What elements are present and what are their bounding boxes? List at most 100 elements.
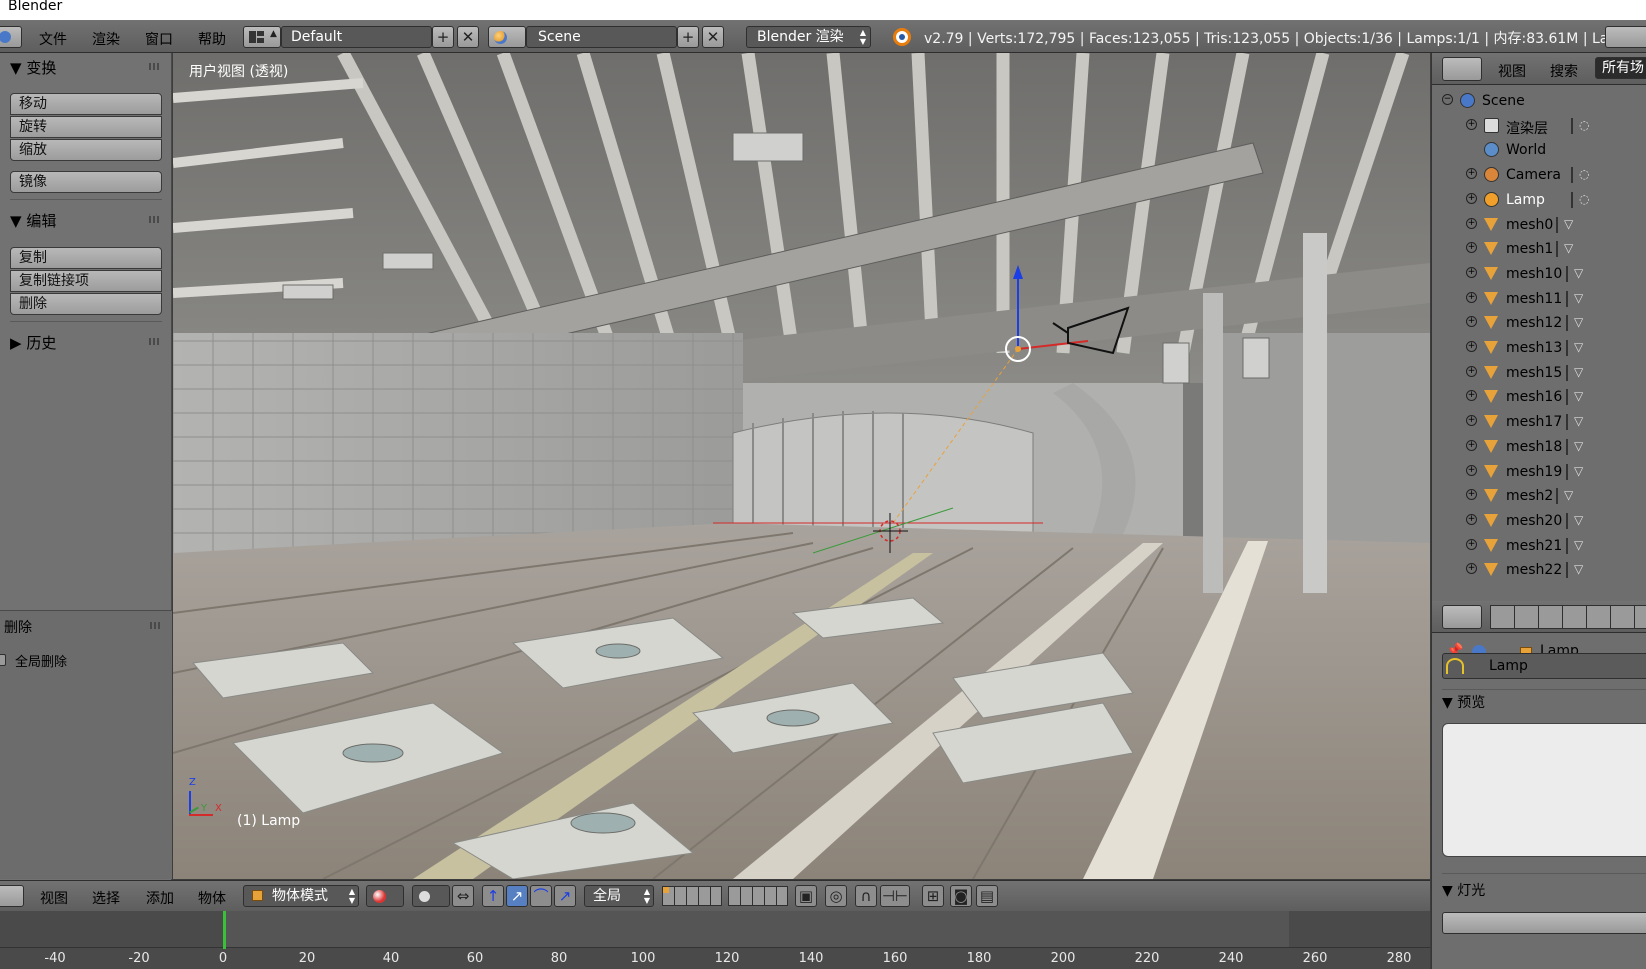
collapse-icon[interactable]: − xyxy=(1442,94,1453,105)
scene-icon[interactable] xyxy=(488,26,526,48)
duplicate-button[interactable]: 复制 xyxy=(10,247,162,269)
outliner-display-mode[interactable]: 所有场 xyxy=(1595,57,1646,79)
expand-icon[interactable]: + xyxy=(1466,291,1477,303)
preview-panel-header[interactable]: ▼ 预览 xyxy=(1442,692,1485,712)
outliner-data-icon[interactable]: ▽ xyxy=(1566,315,1583,332)
extra-manipulator-icon[interactable]: ↗ xyxy=(554,885,576,907)
outliner-data-icon[interactable]: ◌ xyxy=(1571,191,1589,208)
lamp-datablock-field[interactable]: Lamp xyxy=(1442,653,1646,679)
expand-icon[interactable]: + xyxy=(1466,563,1477,575)
layer-lock-icon[interactable]: ▣ xyxy=(795,885,817,907)
translate-manipulator-icon[interactable]: ↑ xyxy=(482,885,504,907)
scene-field[interactable]: Scene xyxy=(526,26,677,48)
duplicate-linked-button[interactable]: 复制链接项 xyxy=(10,270,162,292)
snap-toggle-icon[interactable]: ∩ xyxy=(855,885,877,907)
outliner-data-icon[interactable]: ▽ xyxy=(1566,414,1583,431)
expand-icon[interactable]: + xyxy=(1466,118,1477,130)
outliner-data-icon[interactable]: ▽ xyxy=(1566,389,1583,406)
outliner-data-icon[interactable]: ▽ xyxy=(1566,265,1583,282)
add-screen-button[interactable]: + xyxy=(432,26,454,48)
panel-grip[interactable] xyxy=(149,63,161,70)
outliner-data-icon[interactable]: ▽ xyxy=(1556,216,1573,233)
expand-icon[interactable]: + xyxy=(1466,365,1477,377)
layer-buttons-2[interactable] xyxy=(728,886,788,906)
outliner-search-menu[interactable]: 搜索 xyxy=(1550,61,1578,81)
expand-icon[interactable]: + xyxy=(1466,415,1477,427)
rotate-manipulator-icon[interactable]: ↗ xyxy=(506,885,528,907)
view-menu[interactable]: 视图 xyxy=(40,888,68,908)
shading-select[interactable] xyxy=(366,885,404,907)
scale-manipulator-icon[interactable]: ⌒ xyxy=(530,885,552,907)
lamp-type-row[interactable] xyxy=(1442,912,1646,934)
expand-icon[interactable]: + xyxy=(1466,217,1477,229)
mode-select[interactable]: 物体模式 ▲ ▼ xyxy=(243,885,359,907)
outliner-data-icon[interactable]: ▽ xyxy=(1566,364,1583,381)
scale-button[interactable]: 缩放 xyxy=(10,139,162,161)
expand-icon[interactable]: + xyxy=(1466,192,1477,204)
render-animation-icon[interactable]: ▤ xyxy=(976,885,998,907)
remove-scene-button[interactable]: ✕ xyxy=(702,26,724,48)
layer-buttons-1[interactable] xyxy=(662,886,722,906)
timeline[interactable]: -40 -20 0 20 40 60 80 100 120 140 160 180 200 220 240 2… xyxy=(0,911,1430,969)
snap-element-select[interactable]: ⊣⊢ xyxy=(880,885,910,907)
expand-icon[interactable]: + xyxy=(1466,168,1477,180)
rotate-button[interactable]: 旋转 xyxy=(10,116,162,138)
outliner-data-icon[interactable]: ▽ xyxy=(1556,488,1573,505)
panel-grip[interactable] xyxy=(149,216,161,223)
menu-help[interactable]: 帮助 xyxy=(198,29,226,49)
manipulator-toggle[interactable]: ⇔ xyxy=(452,885,474,907)
panel-grip[interactable] xyxy=(149,338,161,345)
outliner-data-icon[interactable]: ▽ xyxy=(1566,512,1583,529)
outliner-data-icon[interactable]: ▽ xyxy=(1566,463,1583,480)
expand-icon[interactable]: + xyxy=(1466,439,1477,451)
snap-target-icon[interactable]: ⊞ xyxy=(922,885,944,907)
outliner-view-menu[interactable]: 视图 xyxy=(1498,61,1526,81)
top-right-button[interactable] xyxy=(1605,26,1646,48)
global-delete-checkbox[interactable] xyxy=(0,654,6,666)
outliner-data-icon[interactable]: ▽ xyxy=(1566,438,1583,455)
lamp-panel-header[interactable]: ▼ 灯光 xyxy=(1442,880,1485,900)
expand-icon[interactable]: + xyxy=(1466,242,1477,254)
orientation-select[interactable]: 全局 ▲ ▼ xyxy=(584,885,654,907)
outliner-data-icon[interactable]: ◌ xyxy=(1571,167,1589,184)
menu-file[interactable]: 文件 xyxy=(39,29,67,49)
expand-icon[interactable]: + xyxy=(1466,489,1477,501)
render-engine-select[interactable]: Blender 渲染 ▲ ▼ xyxy=(746,26,871,48)
pivot-select[interactable] xyxy=(412,885,450,907)
panel-grip[interactable] xyxy=(150,622,162,629)
transform-gizmo[interactable] xyxy=(173,53,1430,879)
expand-icon[interactable]: + xyxy=(1466,538,1477,550)
properties-tabs[interactable] xyxy=(1490,605,1646,629)
expand-icon[interactable]: + xyxy=(1466,266,1477,278)
panel-edit-header[interactable]: ▼ 编辑 xyxy=(10,210,56,231)
outliner-data-icon[interactable]: ▽ xyxy=(1556,241,1573,258)
expand-icon[interactable]: + xyxy=(1466,316,1477,328)
expand-icon[interactable]: + xyxy=(1466,513,1477,525)
menu-render[interactable]: 渲染 xyxy=(92,29,120,49)
editor-type-icon[interactable] xyxy=(0,885,24,907)
delete-button[interactable]: 删除 xyxy=(10,293,162,315)
outliner-data-icon[interactable]: ▽ xyxy=(1566,340,1583,356)
proportional-edit-icon[interactable]: ◎ xyxy=(825,885,847,907)
select-menu[interactable]: 选择 xyxy=(92,888,120,908)
remove-screen-button[interactable]: ✕ xyxy=(457,26,479,48)
editor-type-icon[interactable] xyxy=(0,26,22,48)
translate-button[interactable]: 移动 xyxy=(10,93,162,115)
outliner-data-icon[interactable]: ◌ xyxy=(1571,117,1589,134)
playhead[interactable] xyxy=(223,911,226,949)
expand-icon[interactable]: + xyxy=(1466,390,1477,402)
3d-viewport[interactable]: 用户视图 (透视) (1) Lamp Z Y X xyxy=(173,53,1430,879)
outliner-data-icon[interactable]: ▽ xyxy=(1566,290,1583,307)
menu-window[interactable]: 窗口 xyxy=(145,29,173,49)
object-menu[interactable]: 物体 xyxy=(198,888,226,908)
render-camera-icon[interactable]: ◙ xyxy=(950,885,972,907)
add-scene-button[interactable]: + xyxy=(677,26,699,48)
panel-transform-header[interactable]: ▼ 变换 xyxy=(10,57,56,78)
mirror-button[interactable]: 镜像 xyxy=(10,171,162,193)
expand-icon[interactable]: + xyxy=(1466,464,1477,476)
screen-layout-field[interactable]: Default xyxy=(281,26,432,48)
editor-type-icon[interactable] xyxy=(1442,57,1482,81)
editor-type-icon[interactable] xyxy=(1442,605,1482,629)
outliner-data-icon[interactable]: ▽ xyxy=(1566,537,1583,554)
add-menu[interactable]: 添加 xyxy=(146,888,174,908)
